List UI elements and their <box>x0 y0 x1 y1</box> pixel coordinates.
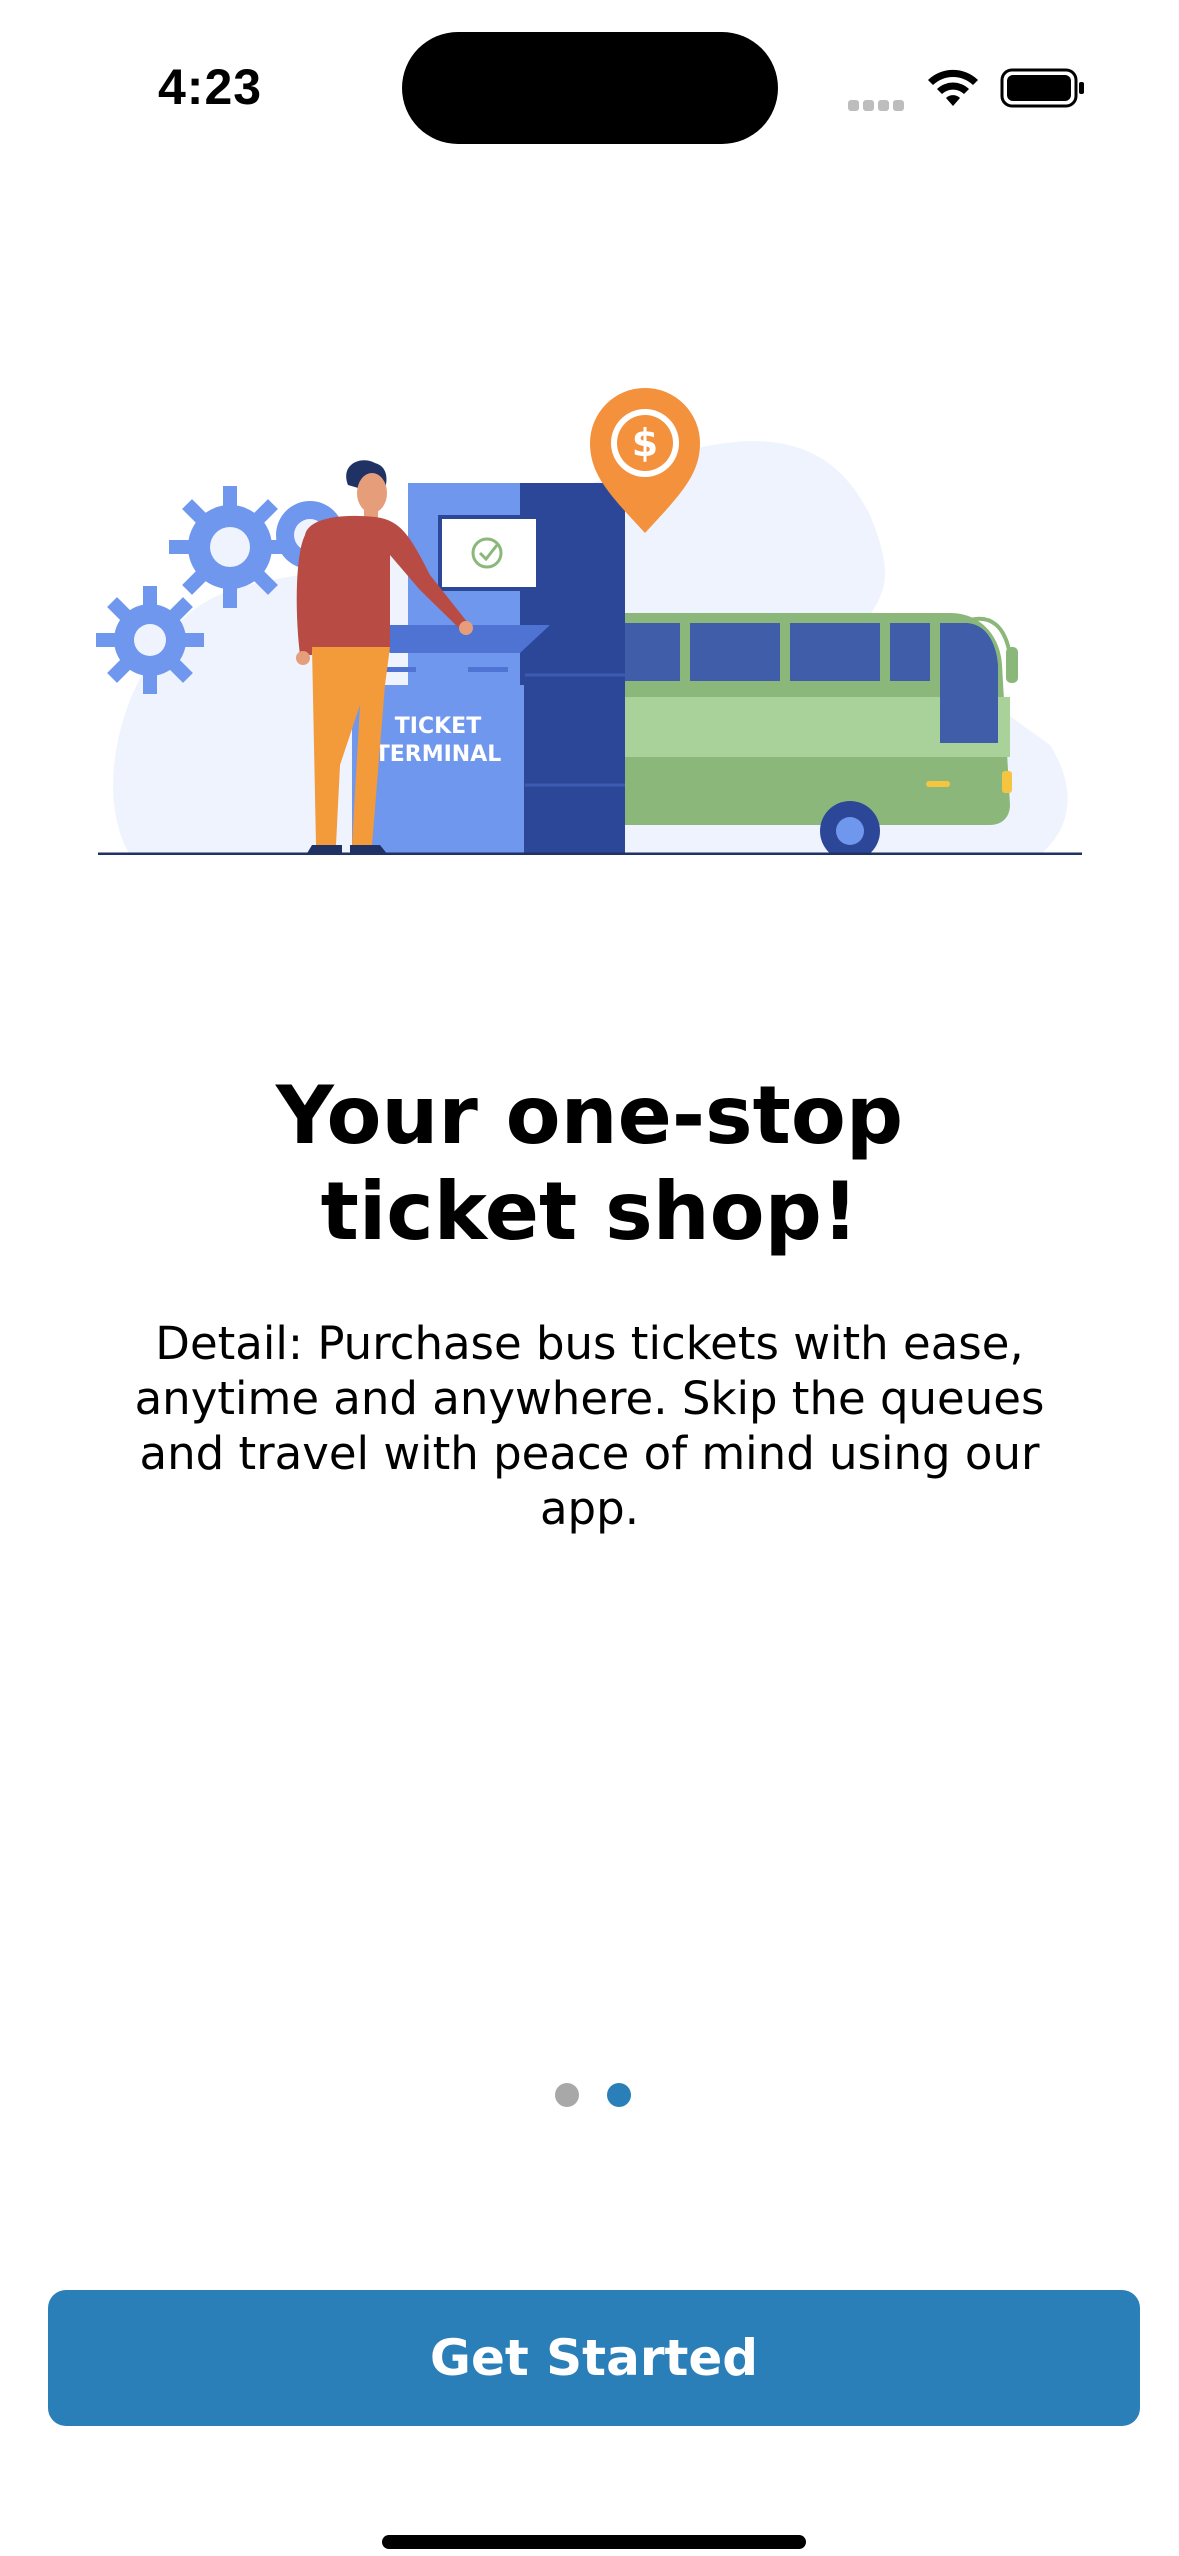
dollar-icon: $ <box>632 421 658 465</box>
page-dot-2-active[interactable] <box>607 2083 631 2107</box>
page-dot-1[interactable] <box>555 2083 579 2107</box>
wifi-icon <box>928 69 978 106</box>
kiosk-label-line2: TERMINAL <box>375 742 502 767</box>
cellular-signal-icon <box>848 96 908 111</box>
battery-icon <box>1000 68 1084 108</box>
kiosk-label-line1: TICKET <box>395 714 481 739</box>
get-started-button[interactable]: Get Started <box>48 2290 1140 2426</box>
status-bar-time: 4:23 <box>158 59 263 115</box>
onboarding-detail: Detail: Purchase bus tickets with ease, … <box>134 1317 1045 1535</box>
home-indicator[interactable] <box>382 2535 806 2549</box>
page-indicator[interactable] <box>555 2083 635 2107</box>
ticket-terminal-illustration: TICKET TERMINAL $ <box>96 388 1082 855</box>
onboarding-title: Your one-stop ticket shop! <box>275 1069 904 1258</box>
dynamic-island <box>402 32 778 144</box>
